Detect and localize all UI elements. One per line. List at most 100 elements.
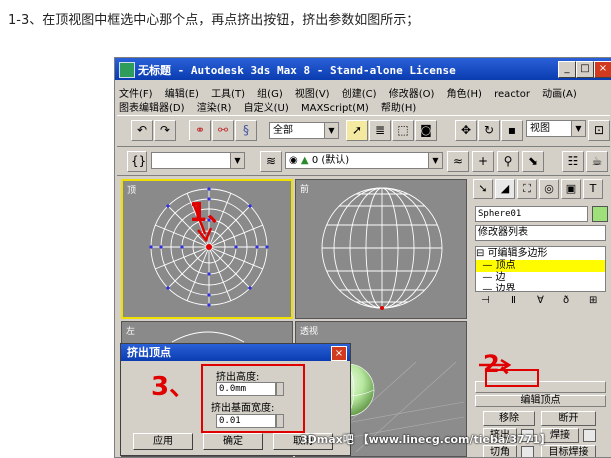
tab-utilities[interactable]: T (583, 179, 603, 199)
remove-modifier-icon[interactable]: ð (563, 295, 569, 306)
stack-label: 边界 (495, 284, 516, 292)
modifier-list-dropdown[interactable]: 修改器列表 (475, 225, 606, 241)
step-1-arrow (191, 201, 213, 243)
ref-coord-value: 视图 (530, 123, 550, 134)
pin-stack-icon[interactable]: ⊣ (481, 295, 490, 306)
ref-coord-dropdown[interactable]: 视图 ▼ (526, 120, 586, 137)
pivot-button[interactable]: ⊡ (588, 120, 610, 141)
named-selection-dropdown[interactable]: ▼ (151, 152, 245, 169)
stack-item-editable-poly[interactable]: ⊟ 可编辑多边形 (476, 248, 605, 260)
stack-label: 可编辑多边形 (487, 248, 548, 259)
viewport-label-perspective: 透视 (300, 327, 319, 337)
render-icon: ☷ (567, 154, 579, 168)
title-bar: 无标题 - Autodesk 3ds Max 8 - Stand-alone L… (115, 58, 611, 80)
menu-character[interactable]: 角色(H) (447, 89, 482, 100)
chamfer-settings-button[interactable] (521, 446, 534, 457)
add-button[interactable]: + (472, 151, 494, 172)
layer-dropdown[interactable]: ◉ ▲ 0 (默认) ▼ (285, 152, 443, 169)
scale-button[interactable]: ▪ (501, 120, 523, 141)
eye-icon: ◉ (289, 155, 298, 166)
watermark: 3Dmax吧 【www.linecg.com/tieba/3771】 (300, 433, 551, 446)
stack-item-border[interactable]: — 边界 (476, 284, 605, 292)
select-by-name-button[interactable]: ≣ (369, 120, 391, 141)
move-icon: ✥ (460, 123, 472, 137)
material-icon: ⬊ (527, 154, 539, 168)
object-color-swatch[interactable] (592, 206, 608, 222)
stack-label: 顶点 (495, 260, 516, 271)
main-toolbar: ↶ ↷ ⚭ ⚯ § 全部 ▼ ➚ ≣ ⬚ ◙ ✥ ↻ ▪ 视图 ▼ ⊡ (117, 115, 610, 147)
layer-icon: ▲ (300, 155, 309, 166)
weld-settings-button[interactable] (583, 429, 596, 442)
tab-modify[interactable]: ◢ (495, 179, 515, 199)
menu-rendering[interactable]: 渲染(R) (197, 103, 232, 114)
make-unique-icon[interactable]: ∀ (537, 295, 544, 306)
close-button[interactable]: × (594, 61, 611, 78)
undo-button[interactable]: ↶ (131, 120, 153, 141)
cursor-icon: ➚ (351, 123, 363, 137)
curve-icon: ≈ (452, 154, 464, 168)
menu-animation[interactable]: 动画(A) (542, 89, 577, 100)
modifier-stack: ⊟ 可编辑多边形 — 顶点 — 边 — 边界 (475, 246, 606, 292)
material-button[interactable]: ⬊ (522, 151, 544, 172)
rect-selection-button[interactable]: ⬚ (392, 120, 414, 141)
tab-create[interactable]: ➘ (473, 179, 493, 199)
apply-button[interactable]: 应用 (133, 433, 193, 450)
command-panel: ➘ ◢ ⛶ ◎ ▣ T Sphere01 修改器列表 ⊟ 可编辑多边形 — 顶点… (471, 177, 611, 457)
app-icon (119, 62, 135, 78)
select-object-button[interactable]: ➚ (346, 120, 368, 141)
selection-filter-value: 全部 (273, 125, 293, 136)
menu-reactor[interactable]: reactor (494, 89, 530, 100)
show-end-result-icon[interactable]: Ⅱ (511, 295, 516, 306)
rollout-header-edit-vertices[interactable]: 编辑顶点 (475, 395, 606, 407)
scale-icon: ▪ (507, 123, 517, 137)
crossing-icon: ◙ (420, 123, 432, 137)
stack-item-edge[interactable]: — 边 (476, 272, 605, 284)
object-name-field[interactable]: Sphere01 (475, 206, 588, 222)
minimize-button[interactable]: _ (558, 61, 576, 78)
rect-region-icon: ⬚ (397, 123, 409, 137)
remove-button[interactable]: 移除 (483, 411, 535, 426)
secondary-toolbar: {} ▼ ≋ ◉ ▲ 0 (默认) ▼ ≈ + ⚲ ⬊ ☷ ☕ (117, 147, 610, 176)
chevron-down-icon: ▼ (571, 121, 585, 136)
tab-hierarchy[interactable]: ⛶ (517, 179, 537, 199)
rotate-button[interactable]: ↻ (478, 120, 500, 141)
dialog-close-button[interactable]: × (331, 346, 347, 361)
ok-button[interactable]: 确定 (203, 433, 263, 450)
plus-icon: + (477, 154, 489, 168)
bottom-vertex (380, 306, 384, 310)
tab-motion[interactable]: ◎ (539, 179, 559, 199)
move-button[interactable]: ✥ (455, 120, 477, 141)
bind-space-warp-button[interactable]: § (235, 120, 257, 141)
quick-render-button[interactable]: ☕ (586, 151, 608, 172)
schematic-button[interactable]: ⚲ (497, 151, 519, 172)
chevron-down-icon: ▼ (324, 123, 338, 138)
menu-help[interactable]: 帮助(H) (381, 103, 416, 114)
stack-item-vertex[interactable]: — 顶点 (476, 260, 605, 272)
maximize-button[interactable]: □ (576, 61, 594, 78)
selection-filter-dropdown[interactable]: 全部 ▼ (269, 122, 339, 139)
render-setup-button[interactable]: ☷ (562, 151, 584, 172)
curve-editor-button[interactable]: ≈ (447, 151, 469, 172)
window-title: 无标题 - Autodesk 3ds Max 8 - Stand-alone L… (138, 64, 456, 77)
unlink-button[interactable]: ⚯ (212, 120, 234, 141)
menu-row-2: 图表编辑器(D) 渲染(R) 自定义(U) MAXScript(M) 帮助(H) (119, 99, 425, 114)
step-2-arrow (479, 358, 512, 372)
window-crossing-button[interactable]: ◙ (415, 120, 437, 141)
select-link-button[interactable]: ⚭ (189, 120, 211, 141)
undo-icon: ↶ (136, 123, 148, 137)
menu-maxscript[interactable]: MAXScript(M) (301, 103, 369, 114)
pivot-icon: ⊡ (593, 123, 605, 137)
menu-graph-editors[interactable]: 图表编辑器(D) (119, 103, 185, 114)
hammer-icon: T (589, 182, 597, 195)
named-selection-icon: {} (131, 154, 147, 168)
configure-icon[interactable]: ⊞ (589, 295, 597, 306)
named-selection-icon-button[interactable]: {} (127, 151, 147, 172)
viewport-label-left: 左 (126, 327, 136, 337)
redo-button[interactable]: ↷ (154, 120, 176, 141)
tab-display[interactable]: ▣ (561, 179, 581, 199)
menu-customize[interactable]: 自定义(U) (244, 103, 289, 114)
front-viewport[interactable]: 前 (295, 179, 467, 319)
break-button[interactable]: 断开 (541, 411, 596, 426)
modifier-list-label: 修改器列表 (478, 227, 528, 238)
layer-manager-button[interactable]: ≋ (260, 151, 282, 172)
